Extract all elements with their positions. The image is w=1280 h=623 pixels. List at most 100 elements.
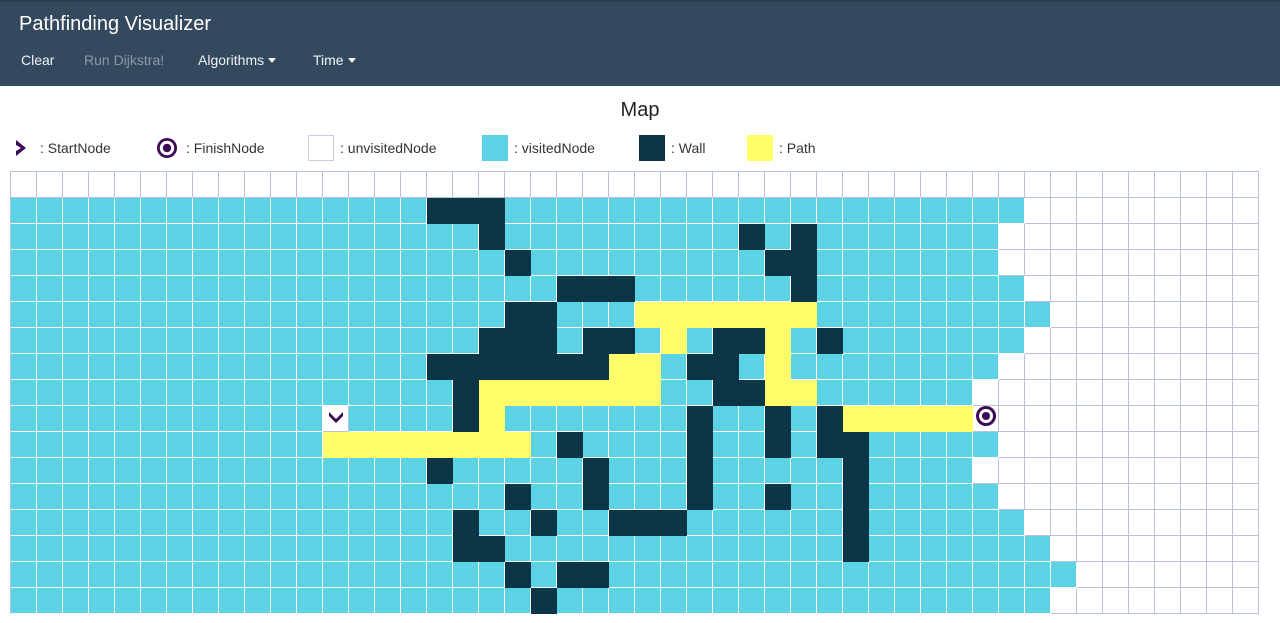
visited-node[interactable] [947,536,973,562]
unvisited-node[interactable] [1207,484,1233,510]
wall-node[interactable] [505,484,531,510]
visited-node[interactable] [479,588,505,614]
visited-node[interactable] [583,406,609,432]
visited-node[interactable] [713,562,739,588]
wall-node[interactable] [583,276,609,302]
visited-node[interactable] [817,458,843,484]
visited-node[interactable] [583,510,609,536]
visited-node[interactable] [297,484,323,510]
visited-node[interactable] [947,484,973,510]
path-node[interactable] [661,328,687,354]
unvisited-node[interactable] [1155,224,1181,250]
path-node[interactable] [765,354,791,380]
visited-node[interactable] [765,458,791,484]
visited-node[interactable] [973,432,999,458]
visited-node[interactable] [193,588,219,614]
visited-node[interactable] [63,588,89,614]
visited-node[interactable] [713,432,739,458]
unvisited-node[interactable] [739,172,765,198]
wall-node[interactable] [817,328,843,354]
visited-node[interactable] [817,354,843,380]
visited-node[interactable] [349,406,375,432]
unvisited-node[interactable] [375,172,401,198]
path-node[interactable] [583,380,609,406]
visited-node[interactable] [973,328,999,354]
visited-node[interactable] [687,328,713,354]
visited-node[interactable] [115,224,141,250]
unvisited-node[interactable] [1077,406,1103,432]
unvisited-node[interactable] [999,458,1025,484]
unvisited-node[interactable] [349,172,375,198]
visited-node[interactable] [401,458,427,484]
visited-node[interactable] [635,224,661,250]
wall-node[interactable] [687,406,713,432]
visited-node[interactable] [817,536,843,562]
visited-node[interactable] [557,224,583,250]
unvisited-node[interactable] [1025,406,1051,432]
visited-node[interactable] [999,536,1025,562]
wall-node[interactable] [531,302,557,328]
visited-node[interactable] [193,250,219,276]
visited-node[interactable] [115,536,141,562]
path-node[interactable] [349,432,375,458]
visited-node[interactable] [297,536,323,562]
visited-node[interactable] [89,224,115,250]
visited-node[interactable] [583,302,609,328]
visited-node[interactable] [947,276,973,302]
visited-node[interactable] [245,484,271,510]
visited-node[interactable] [115,510,141,536]
visited-node[interactable] [661,224,687,250]
unvisited-node[interactable] [219,172,245,198]
unvisited-node[interactable] [895,172,921,198]
visited-node[interactable] [115,458,141,484]
path-node[interactable] [739,302,765,328]
unvisited-node[interactable] [791,172,817,198]
visited-node[interactable] [531,536,557,562]
visited-node[interactable] [323,380,349,406]
visited-node[interactable] [479,250,505,276]
visited-node[interactable] [713,536,739,562]
visited-node[interactable] [947,510,973,536]
unvisited-node[interactable] [1051,458,1077,484]
visited-node[interactable] [323,536,349,562]
unvisited-node[interactable] [1103,458,1129,484]
visited-node[interactable] [271,198,297,224]
visited-node[interactable] [375,380,401,406]
visited-node[interactable] [245,406,271,432]
visited-node[interactable] [895,458,921,484]
visited-node[interactable] [921,562,947,588]
visited-node[interactable] [843,302,869,328]
visited-node[interactable] [219,276,245,302]
visited-node[interactable] [661,562,687,588]
visited-node[interactable] [219,510,245,536]
visited-node[interactable] [999,328,1025,354]
visited-node[interactable] [635,562,661,588]
visited-node[interactable] [453,458,479,484]
visited-node[interactable] [713,276,739,302]
visited-node[interactable] [115,562,141,588]
path-node[interactable] [843,406,869,432]
unvisited-node[interactable] [1181,172,1207,198]
visited-node[interactable] [973,536,999,562]
visited-node[interactable] [635,536,661,562]
unvisited-node[interactable] [1051,484,1077,510]
visited-node[interactable] [167,380,193,406]
unvisited-node[interactable] [1207,328,1233,354]
unvisited-node[interactable] [1077,224,1103,250]
wall-node[interactable] [687,354,713,380]
visited-node[interactable] [375,510,401,536]
visited-node[interactable] [843,562,869,588]
visited-node[interactable] [11,302,37,328]
visited-node[interactable] [167,302,193,328]
wall-node[interactable] [791,224,817,250]
visited-node[interactable] [427,302,453,328]
visited-node[interactable] [115,328,141,354]
unvisited-node[interactable] [817,172,843,198]
wall-node[interactable] [765,406,791,432]
unvisited-node[interactable] [999,406,1025,432]
unvisited-node[interactable] [1129,484,1155,510]
visited-node[interactable] [895,224,921,250]
visited-node[interactable] [115,302,141,328]
visited-node[interactable] [11,328,37,354]
path-node[interactable] [791,302,817,328]
